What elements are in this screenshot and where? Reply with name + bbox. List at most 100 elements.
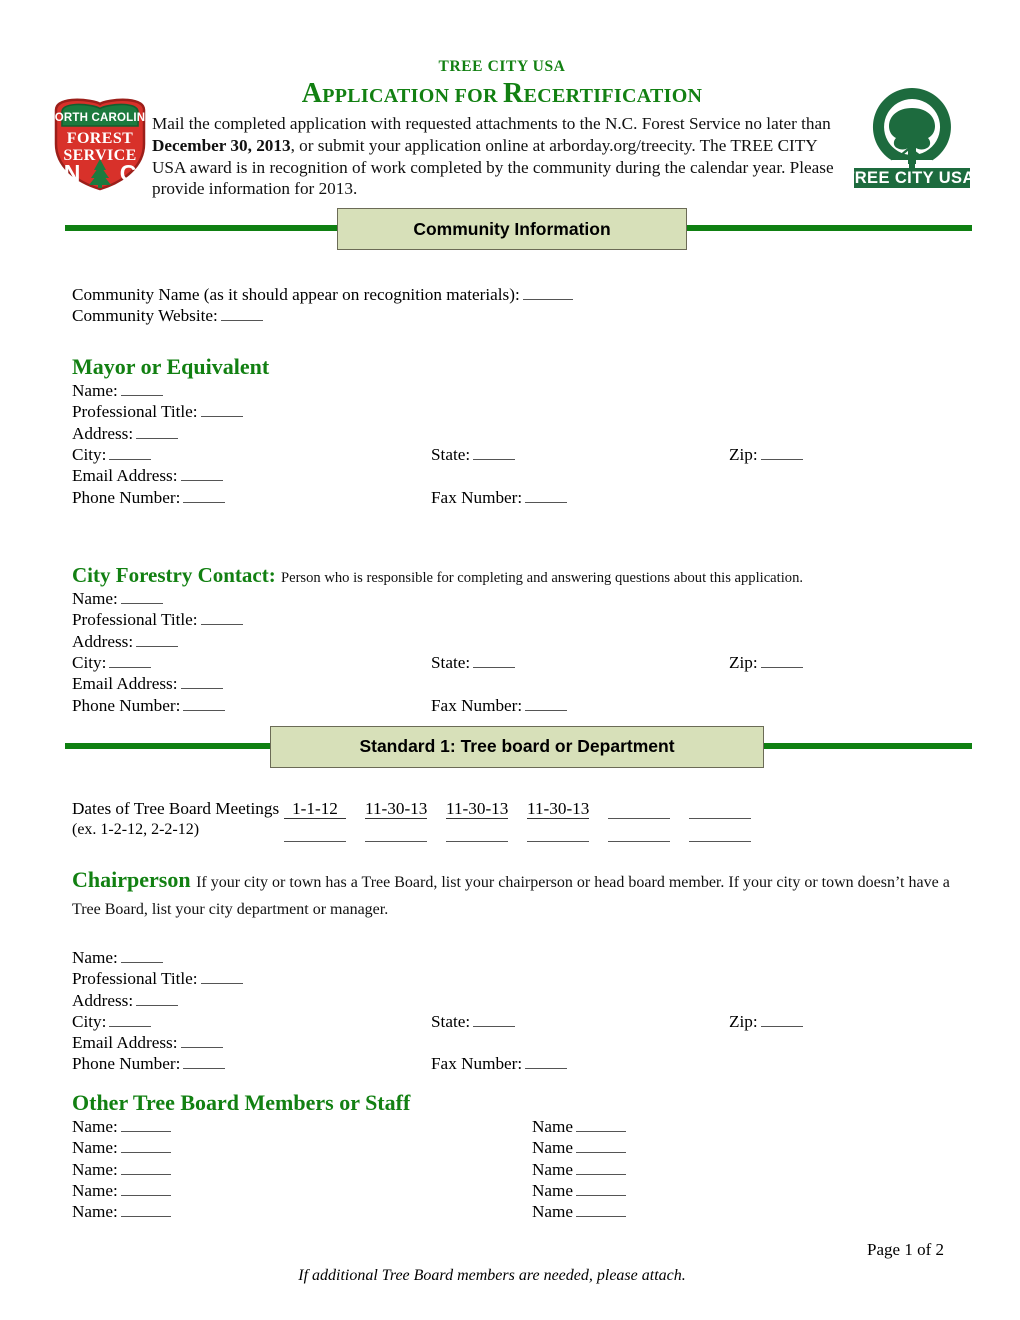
mayor-state-input[interactable] xyxy=(473,446,516,460)
chairperson-name-input[interactable] xyxy=(120,949,163,963)
forestry-field-phone-fax: Phone Number: Fax Number: xyxy=(72,695,972,716)
meetings-row-2 xyxy=(284,821,770,842)
meetings-label: Dates of Tree Board Meetings xyxy=(72,798,280,818)
chairperson-city-input[interactable] xyxy=(109,1013,152,1027)
mayor-field-name: Name: xyxy=(72,380,972,401)
chairperson-phone-input[interactable] xyxy=(183,1055,226,1070)
chairperson-title-label: Professional Title: xyxy=(72,969,198,989)
meeting-date-1[interactable]: 1-1-12 xyxy=(284,798,346,819)
mayor-field-address: Address: xyxy=(72,423,972,444)
member-left-input-4[interactable] xyxy=(120,1182,171,1197)
document-body-2: Dates of Tree Board Meetings (ex. 1-2-12… xyxy=(0,768,1020,1285)
member-right-label-4: Name xyxy=(532,1181,574,1201)
chairperson-city-group: City: xyxy=(72,1011,152,1032)
chairperson-state-input[interactable] xyxy=(473,1013,516,1027)
chairperson-title-input[interactable] xyxy=(200,970,243,985)
mayor-name-input[interactable] xyxy=(120,382,163,397)
mayor-address-label: Address: xyxy=(72,423,134,443)
meeting-date-4[interactable]: 11-30-13 xyxy=(527,798,589,819)
meeting-date-12[interactable] xyxy=(689,821,751,842)
mayor-address-input[interactable] xyxy=(136,425,179,439)
member-right-input-3[interactable] xyxy=(576,1161,627,1175)
forestry-phone-input[interactable] xyxy=(183,697,226,711)
mayor-title-input[interactable] xyxy=(200,403,243,418)
mayor-city-label: City: xyxy=(72,444,107,464)
chairperson-zip-label: Zip: xyxy=(729,1011,758,1031)
intro-line-4: provide information for 2013. xyxy=(152,179,358,199)
member-row: Name: Name xyxy=(72,1116,972,1137)
mayor-email-input[interactable] xyxy=(180,467,223,482)
chairperson-fax-label: Fax Number: xyxy=(431,1054,523,1074)
chairperson-fax-input[interactable] xyxy=(525,1055,568,1070)
mayor-fax-input[interactable] xyxy=(525,489,568,503)
community-website-label: Community Website: xyxy=(72,306,218,326)
intro-line-1: Mail the completed application with requ… xyxy=(152,114,831,134)
forestry-title-input[interactable] xyxy=(200,611,243,626)
forestry-field-email: Email Address: xyxy=(72,673,972,694)
forestry-fax-input[interactable] xyxy=(525,697,568,711)
meeting-date-9[interactable] xyxy=(446,821,508,842)
chairperson-heading: Chairperson If your city or town has a T… xyxy=(72,866,972,921)
meeting-date-8[interactable] xyxy=(365,821,427,842)
mayor-phone-label: Phone Number: xyxy=(72,487,181,507)
mayor-phone-input[interactable] xyxy=(183,489,226,503)
member-right-input-2[interactable] xyxy=(576,1139,627,1154)
mayor-heading: Mayor or Equivalent xyxy=(72,353,270,379)
member-left-input-2[interactable] xyxy=(120,1139,171,1154)
intro-deadline-date: December 30, 2013 xyxy=(152,136,291,156)
forestry-name-input[interactable] xyxy=(120,590,163,605)
city-forestry-contact-note: Person who is responsible for completing… xyxy=(280,569,804,586)
member-left-group-4: Name: xyxy=(72,1180,171,1201)
chairperson-zip-input[interactable] xyxy=(760,1013,803,1027)
forestry-city-input[interactable] xyxy=(109,654,152,669)
member-right-label-3: Name xyxy=(532,1159,574,1179)
mayor-zip-label: Zip: xyxy=(729,444,758,464)
meeting-date-7[interactable] xyxy=(284,821,346,842)
header-title-block: TREE CITY USA APPLICATION FOR RECERTIFIC… xyxy=(152,58,852,200)
mayor-name-label: Name: xyxy=(72,381,118,401)
mayor-city-input[interactable] xyxy=(109,446,152,460)
member-left-input-3[interactable] xyxy=(120,1161,171,1175)
mayor-field-city-state-zip: City: State: Zip: xyxy=(72,444,972,465)
mayor-zip-group: Zip: xyxy=(729,444,803,465)
chairperson-heading-text: Chairperson xyxy=(72,866,191,892)
section-title-standard-1: Standard 1: Tree board or Department xyxy=(359,736,675,757)
document-page: NORTH CAROLINA FOREST SERVICE N C TREE C… xyxy=(0,0,1020,1320)
meeting-date-10[interactable] xyxy=(527,821,589,842)
community-website-input[interactable] xyxy=(220,307,263,322)
mayor-field-phone-fax: Phone Number: Fax Number: xyxy=(72,487,972,508)
chairperson-field-name: Name: xyxy=(72,947,972,968)
field-community-website: Community Website: xyxy=(72,305,972,326)
member-right-input-1[interactable] xyxy=(576,1118,627,1133)
community-name-input[interactable] xyxy=(522,286,573,300)
member-right-input-4[interactable] xyxy=(576,1182,627,1197)
forestry-state-input[interactable] xyxy=(473,654,516,669)
band-label-box: Standard 1: Tree board or Department xyxy=(270,725,764,768)
meeting-date-6[interactable] xyxy=(689,798,751,819)
page-title-cap-r: R xyxy=(503,78,524,110)
meeting-date-11[interactable] xyxy=(608,821,670,842)
other-members-heading: Other Tree Board Members or Staff xyxy=(72,1089,411,1115)
meeting-date-2[interactable]: 11-30-13 xyxy=(365,798,427,819)
meeting-date-5[interactable] xyxy=(608,798,670,819)
attachment-note: If additional Tree Board members are nee… xyxy=(298,1266,686,1284)
forestry-address-input[interactable] xyxy=(136,633,179,647)
member-left-input-1[interactable] xyxy=(120,1118,171,1133)
member-right-label-5: Name xyxy=(532,1202,574,1222)
forestry-zip-input[interactable] xyxy=(760,654,803,669)
community-name-label: Community Name (as it should appear on r… xyxy=(72,285,520,304)
member-left-input-5[interactable] xyxy=(120,1203,171,1218)
field-community-name: Community Name (as it should appear on r… xyxy=(72,284,972,305)
svg-text:FOREST: FOREST xyxy=(67,130,133,147)
page-title-rest-1: PPLICATION FOR xyxy=(322,85,504,108)
chairperson-email-input[interactable] xyxy=(180,1034,223,1049)
member-row: Name: Name xyxy=(72,1201,972,1222)
chairperson-address-input[interactable] xyxy=(136,992,179,1006)
member-row: Name: Name xyxy=(72,1137,972,1158)
chairperson-field-phone-fax: Phone Number: Fax Number: xyxy=(72,1053,972,1074)
mayor-zip-input[interactable] xyxy=(760,446,803,460)
forestry-email-input[interactable] xyxy=(180,675,223,690)
member-right-input-5[interactable] xyxy=(576,1203,627,1218)
meeting-date-3[interactable]: 11-30-13 xyxy=(446,798,508,819)
forestry-email-label: Email Address: xyxy=(72,674,178,694)
